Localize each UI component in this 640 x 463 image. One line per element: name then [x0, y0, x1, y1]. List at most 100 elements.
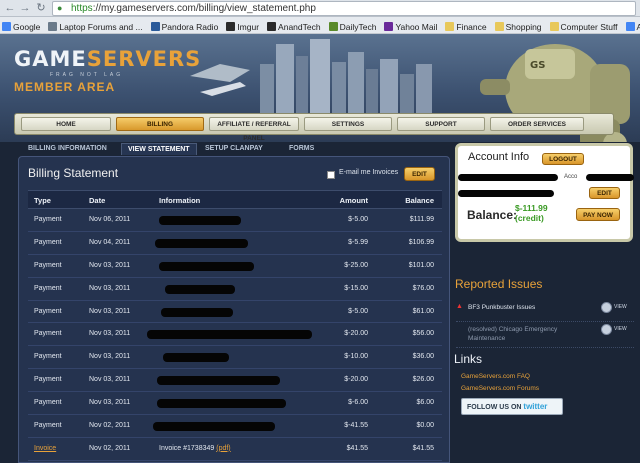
table-row: Payment Nov 03, 2011 $-10.00 $36.00: [28, 346, 442, 370]
nav-home[interactable]: HOME: [21, 117, 111, 131]
row-type[interactable]: Invoice: [34, 438, 56, 460]
reload-icon[interactable]: ↻: [34, 1, 48, 15]
bookmark-item[interactable]: Shopping: [493, 19, 542, 33]
bookmark-item[interactable]: Pandora Radio: [149, 19, 218, 33]
redacted-information: [159, 261, 254, 271]
table-row: Payment Nov 02, 2011 $-41.55 $0.00: [28, 415, 442, 438]
row-type: Payment: [34, 238, 62, 246]
tab-setup-clanpay[interactable]: SETUP CLANPAY: [205, 143, 263, 155]
row-type: Payment: [34, 330, 62, 338]
bookmark-icon: [328, 22, 338, 31]
row-balance: $101.00: [408, 261, 434, 269]
table-body: Payment Nov 06, 2011 $-5.00 $111.99 Payment N…: [28, 209, 442, 461]
row-date: Nov 02, 2011: [89, 422, 131, 430]
row-balance: $56.00: [412, 330, 434, 338]
tab-forms[interactable]: FORMS: [289, 143, 314, 155]
row-date: Nov 04, 2011: [89, 238, 131, 246]
bookmark-icon: [445, 22, 455, 31]
table-row: Payment Nov 03, 2011 $-5.00 $61.00: [28, 301, 442, 324]
view-icon[interactable]: [601, 302, 612, 313]
email-invoices-checkbox[interactable]: [327, 171, 335, 179]
col-balance[interactable]: Balance: [374, 191, 434, 210]
bookmark-icon: [549, 22, 559, 31]
row-date: Nov 03, 2011: [89, 261, 131, 269]
row-amount: $-20.00: [344, 330, 368, 338]
account-label: Acco: [564, 174, 578, 180]
edit-button[interactable]: EDIT: [404, 167, 435, 181]
billing-statement-panel: Billing Statement E-mail me Invoices EDI…: [18, 156, 450, 463]
row-amount: $41.55: [346, 444, 368, 452]
redacted-text: [458, 174, 558, 181]
row-type: Payment: [34, 261, 62, 269]
tab-view-statement[interactable]: VIEW STATEMENT: [121, 143, 197, 155]
redacted-text: [458, 190, 554, 197]
row-balance: $26.00: [412, 376, 434, 384]
table-row: Payment Nov 06, 2011 $-5.00 $111.99: [28, 209, 442, 232]
row-type: Payment: [34, 284, 62, 292]
row-type: Payment: [34, 422, 62, 430]
address-bar[interactable]: ● https://my.gameservers.com/billing/view…: [52, 1, 636, 16]
account-info-box: Account Info LOGOUT Acco EDIT Balance: $…: [455, 143, 634, 242]
bookmark-item[interactable]: Finance: [443, 19, 487, 33]
nav-billing[interactable]: BILLING: [116, 117, 204, 131]
row-balance: $36.00: [412, 353, 434, 361]
forward-arrow-icon[interactable]: →: [18, 1, 32, 15]
bookmark-item[interactable]: Google: [0, 19, 40, 33]
nav-order-services[interactable]: ORDER SERVICES: [490, 117, 584, 131]
bookmark-icon: [267, 22, 277, 31]
bookmark-item[interactable]: Laptop Forums and ...: [46, 19, 143, 33]
bookmark-item[interactable]: Alarm: [624, 19, 640, 33]
row-amount: $-5.00: [348, 216, 368, 223]
col-type[interactable]: Type: [34, 191, 51, 210]
links-title: Links: [454, 352, 483, 366]
row-date: Nov 03, 2011: [89, 399, 131, 407]
bookmark-item[interactable]: Imgur: [224, 19, 259, 33]
row-date: Nov 03, 2011: [89, 307, 131, 315]
email-invoices-label: E-mail me Invoices: [339, 169, 399, 176]
row-date: Nov 03, 2011: [89, 284, 131, 292]
redacted-information: [153, 422, 275, 432]
row-type: Payment: [34, 399, 62, 407]
row-amount: $-25.00: [344, 261, 368, 269]
faq-link[interactable]: GameServers.com FAQ: [461, 373, 530, 380]
issue-item[interactable]: ▲ BF3 Punkbuster Issues VIEW: [456, 300, 634, 322]
pay-now-button[interactable]: PAY NOW: [576, 208, 620, 221]
tab-billing-information[interactable]: BILLING INFORMATION: [28, 143, 107, 155]
bookmark-item[interactable]: DailyTech: [327, 19, 376, 33]
statement-table: Type Date Information Amount Balance Pay…: [28, 190, 442, 461]
follow-twitter-button[interactable]: FOLLOW US ON twitter: [461, 398, 563, 415]
logo[interactable]: GAMESERVERS: [14, 47, 201, 71]
bookmark-item[interactable]: Computer Stuff: [548, 19, 618, 33]
table-row: Payment Nov 03, 2011 $-15.00 $76.00: [28, 278, 442, 301]
bookmark-icon: [48, 22, 58, 31]
table-header: Type Date Information Amount Balance: [28, 190, 442, 209]
nav-settings[interactable]: SETTINGS: [304, 117, 392, 131]
bookmark-item[interactable]: Yahoo Mail: [382, 19, 437, 33]
col-date[interactable]: Date: [89, 191, 105, 210]
redacted-text: [586, 174, 634, 181]
pdf-link[interactable]: (pdf): [216, 445, 230, 452]
bookmark-item[interactable]: AnandTech: [265, 19, 321, 33]
logout-button[interactable]: LOGOUT: [542, 153, 584, 165]
view-icon[interactable]: [601, 324, 612, 335]
back-arrow-icon[interactable]: ←: [3, 1, 17, 15]
redacted-information: [155, 238, 248, 248]
redacted-information: [159, 216, 241, 225]
table-row: Payment Nov 03, 2011 $-6.00 $6.00: [28, 392, 442, 416]
nav-support[interactable]: SUPPORT: [397, 117, 485, 131]
forums-link[interactable]: GameServers.com Forums: [461, 385, 539, 392]
issue-item[interactable]: (resolved) Chicago Emergency Maintenance…: [456, 322, 634, 348]
redacted-information: [157, 376, 280, 386]
row-balance: $61.00: [412, 307, 434, 315]
balance-value: $-111.99 (credit): [515, 203, 548, 223]
nav-affiliate[interactable]: AFFILIATE / REFERRAL PANEL: [209, 117, 299, 142]
bookmarks-bar: Google Laptop Forums and ... Pandora Radio…: [0, 17, 640, 34]
row-date: Nov 03, 2011: [89, 330, 131, 338]
col-information[interactable]: Information: [159, 191, 200, 210]
col-amount[interactable]: Amount: [288, 191, 368, 210]
row-balance: $0.00: [416, 422, 434, 430]
main-nav: HOME BILLING AFFILIATE / REFERRAL PANEL …: [14, 113, 614, 142]
panel-title: Billing Statement: [28, 166, 119, 180]
account-edit-button[interactable]: EDIT: [589, 187, 620, 199]
row-balance: $41.55: [412, 444, 434, 452]
